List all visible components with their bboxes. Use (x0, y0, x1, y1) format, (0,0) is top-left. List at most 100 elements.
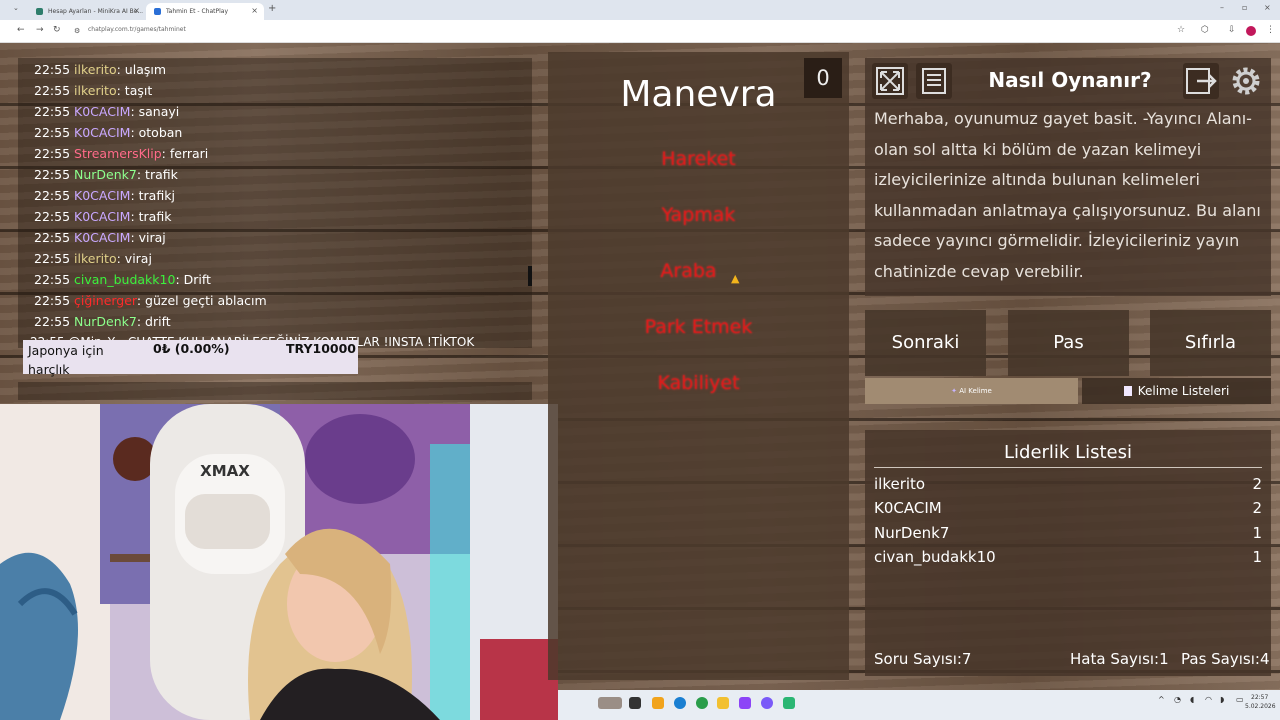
store-icon[interactable] (652, 697, 664, 709)
edge-icon[interactable] (674, 697, 686, 709)
leaderboard-name: K0CACIM (874, 499, 942, 517)
chat-username[interactable]: K0CACIM (74, 209, 130, 224)
forward-icon[interactable]: → (36, 25, 44, 35)
weather-icon[interactable] (598, 697, 622, 709)
back-icon[interactable]: ← (17, 25, 25, 35)
maximize-icon[interactable]: ▫ (1242, 3, 1247, 12)
chat-username[interactable]: NurDenk7 (74, 167, 137, 182)
chat-text: ulaşım (124, 62, 167, 77)
tab-ai-word-label: AI Kelime (959, 387, 992, 395)
chat-username[interactable]: NurDenk7 (74, 314, 137, 329)
network-icon[interactable]: ◔ (1174, 695, 1181, 704)
battery-icon[interactable]: ▭ (1236, 695, 1244, 704)
window-close-icon[interactable]: × (1264, 3, 1271, 12)
chat-text: taşıt (124, 83, 153, 98)
volume-icon[interactable]: ◖ (1190, 695, 1194, 704)
warning-icon: ▲ (731, 272, 740, 285)
extensions-icon[interactable]: ⬡ (1201, 25, 1209, 35)
tab-search-icon[interactable]: ⌄ (13, 4, 19, 12)
menu-icon[interactable]: ⋮ (1266, 25, 1275, 35)
minimize-icon[interactable]: – (1220, 3, 1224, 12)
discord-icon[interactable] (761, 697, 773, 709)
donation-goal-widget: Japonya için harçlık 0₺ (0.00%) TRY10000 (23, 340, 358, 377)
chat-colon: : (161, 146, 170, 161)
chat-colon: : (136, 293, 146, 308)
tab-word-lists-label: Kelime Listeleri (1137, 384, 1230, 398)
leaderboard-score: 1 (1252, 548, 1262, 566)
leaderboard-divider (874, 467, 1262, 468)
twitch-icon[interactable] (739, 697, 751, 709)
chat-colon: : (136, 167, 146, 182)
reload-icon[interactable]: ↻ (53, 25, 61, 35)
leaderboard-name: ilkerito (874, 475, 926, 493)
chat-timestamp: 22:55 (34, 314, 71, 329)
tab-ai-word[interactable]: ✦ AI Kelime (865, 378, 1078, 404)
word-list-button[interactable] (916, 63, 952, 99)
tab-chatplay[interactable]: Tahmin Et - ChatPlay × (146, 3, 264, 20)
chat-timestamp: 22:55 (34, 104, 71, 119)
chat-username[interactable]: ilkerito (74, 83, 117, 98)
speaker-icon[interactable]: ◗ (1220, 695, 1224, 704)
leaderboard-name: civan_budakk10 (874, 548, 996, 566)
fullscreen-button[interactable] (872, 63, 908, 99)
tab-strip: ⌄ Hesap Ayarları - MiniKra AI Bo... × Ta… (0, 0, 1280, 20)
tab-word-lists[interactable]: Kelime Listeleri (1082, 378, 1271, 404)
pass-button[interactable]: Pas (1008, 310, 1129, 376)
chat-username[interactable]: ilkerito (74, 62, 117, 77)
settings-button[interactable] (1228, 63, 1264, 99)
chat-text: drift (145, 314, 171, 329)
chat-username[interactable]: K0CACIM (74, 230, 130, 245)
sparkle-icon: ✦ (951, 387, 960, 395)
chat-username[interactable]: çiğinerger (74, 293, 137, 308)
webcam-image: XMAX (0, 404, 558, 720)
chat-scrollbar[interactable] (528, 266, 532, 286)
chat-message: 22:55 K0CACIM: trafikj (34, 188, 175, 203)
chat-timestamp: 22:55 (34, 83, 71, 98)
profile-avatar[interactable] (1246, 26, 1256, 36)
chat-timestamp: 22:55 (34, 251, 71, 266)
exit-icon (1186, 68, 1217, 94)
chat-message: 22:55 K0CACIM: viraj (34, 230, 166, 245)
url-field[interactable]: chatplay.com.tr/games/tahminet (88, 26, 186, 33)
chat-colon: : (130, 188, 139, 203)
chat-username[interactable]: StreamersKlip (74, 146, 162, 161)
tray-chevron-icon[interactable]: ^ (1158, 695, 1165, 704)
exit-button[interactable] (1183, 63, 1219, 99)
chat-username[interactable]: civan_budakk10 (74, 272, 175, 287)
leaderboard-score: 2 (1252, 475, 1262, 493)
wifi-icon[interactable]: ◠ (1205, 695, 1212, 704)
taskbar-time[interactable]: 22:57 (1251, 694, 1268, 701)
chat-text: sanayi (138, 104, 180, 119)
reset-button[interactable]: Sıfırla (1150, 310, 1271, 376)
new-tab-icon[interactable]: + (268, 3, 276, 14)
taskbar-date[interactable]: 5.02.2026 (1245, 703, 1276, 710)
chat-username[interactable]: K0CACIM (74, 104, 130, 119)
explorer-icon[interactable] (629, 697, 641, 709)
chat-divider-bar (18, 382, 532, 400)
tab-account-settings[interactable]: Hesap Ayarları - MiniKra AI Bo... × (28, 3, 146, 20)
chrome-icon[interactable] (696, 697, 708, 709)
svg-text:XMAX: XMAX (200, 462, 250, 480)
fullscreen-icon (876, 67, 904, 95)
error-count: Hata Sayısı:1 (1070, 650, 1169, 668)
close-icon[interactable]: × (133, 6, 140, 15)
tab-title: Tahmin Et - ChatPlay (166, 8, 229, 15)
close-icon[interactable]: × (251, 6, 258, 15)
bookmark-star-icon[interactable]: ☆ (1177, 25, 1185, 35)
chat-text: güzel geçti ablacım (145, 293, 267, 308)
chat-username[interactable]: ilkerito (74, 251, 117, 266)
chat-colon: : (130, 125, 139, 140)
app-icon[interactable] (783, 697, 795, 709)
chat-colon: : (116, 251, 125, 266)
leaderboard-name: NurDenk7 (874, 524, 950, 542)
gear-icon (1232, 67, 1260, 95)
next-button[interactable]: Sonraki (865, 310, 986, 376)
chat-username[interactable]: K0CACIM (74, 125, 130, 140)
folder-icon[interactable] (717, 697, 729, 709)
chat-timestamp: 22:55 (34, 209, 71, 224)
chat-colon: : (136, 314, 146, 329)
download-icon[interactable]: ⇩ (1228, 25, 1236, 35)
chat-timestamp: 22:55 (34, 146, 71, 161)
site-info-icon[interactable]: ⚙ (74, 27, 80, 35)
chat-username[interactable]: K0CACIM (74, 188, 130, 203)
